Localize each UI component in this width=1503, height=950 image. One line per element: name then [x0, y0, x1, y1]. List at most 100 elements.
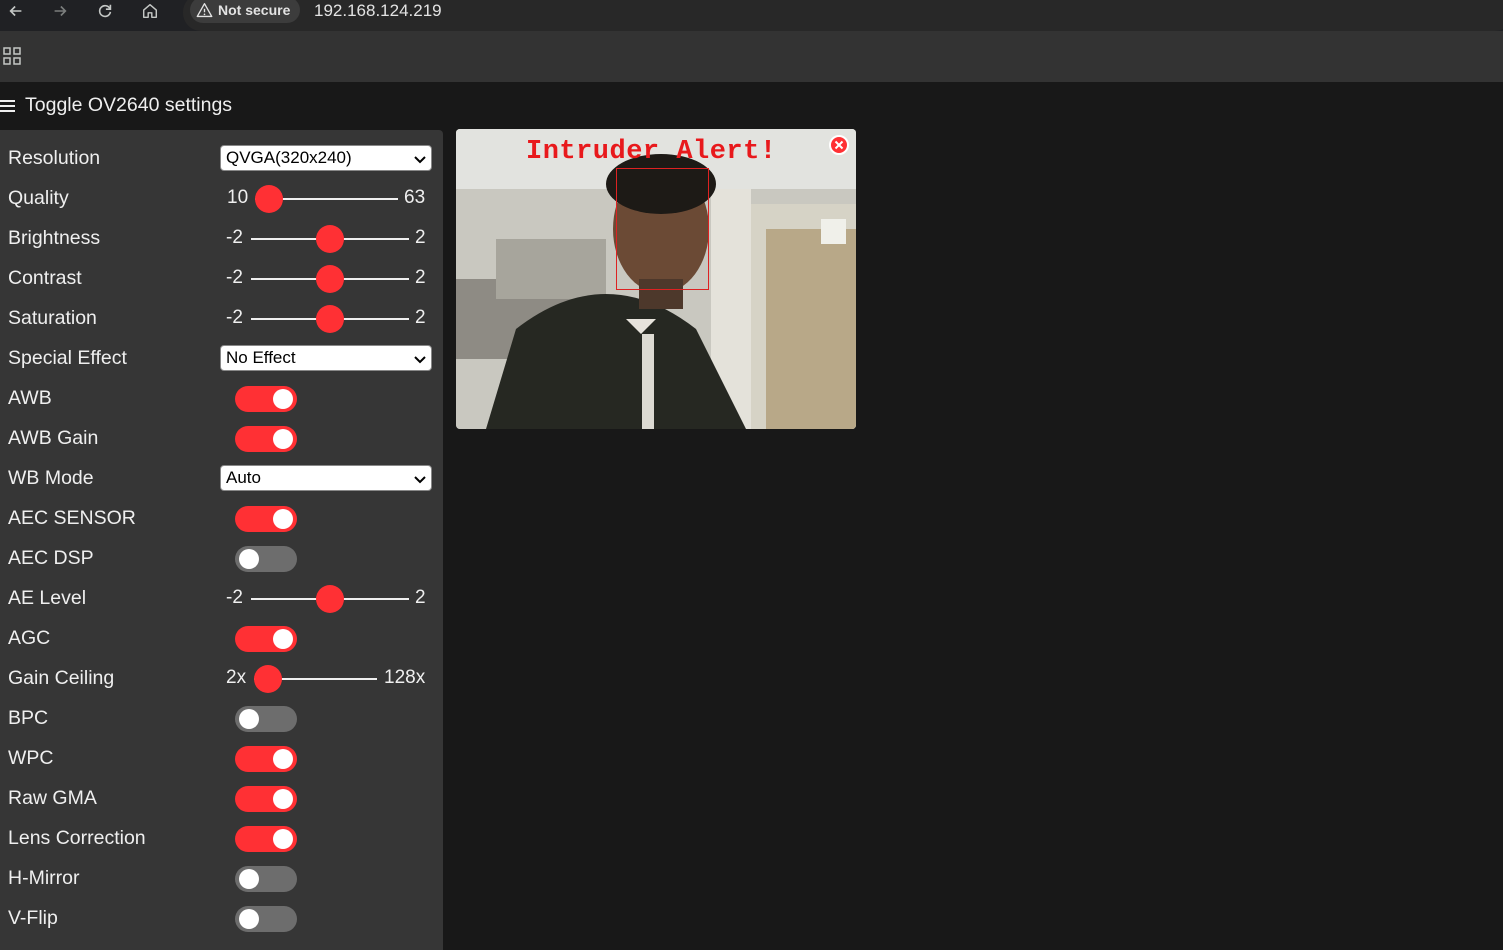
browser-toolbar: Not secure 192.168.124.219: [0, 0, 1503, 31]
saturation-min: -2: [226, 307, 243, 328]
back-button[interactable]: [1, 0, 31, 22]
resolution-value: QVGA(320x240): [226, 148, 352, 167]
aec-dsp-label: AEC DSP: [8, 547, 94, 569]
gain-ceiling-label: Gain Ceiling: [8, 667, 115, 689]
toggle-knob: [239, 909, 259, 929]
close-stream-button[interactable]: [829, 135, 849, 155]
v-flip-label: V-Flip: [8, 907, 58, 929]
special-effect-value: No Effect: [226, 348, 296, 367]
awb-toggle[interactable]: [235, 386, 297, 412]
saturation-slider-thumb[interactable]: [316, 305, 344, 333]
brightness-max: 2: [415, 227, 426, 248]
toggle-knob: [273, 829, 293, 849]
setting-quality: Quality 10 63: [0, 179, 443, 219]
ae-level-max: 2: [415, 587, 426, 608]
url-text[interactable]: 192.168.124.219: [314, 1, 442, 21]
setting-awb-gain: AWB Gain: [0, 419, 443, 459]
lens-correction-label: Lens Correction: [8, 827, 146, 849]
apps-grid-icon[interactable]: [3, 47, 21, 65]
brightness-slider-thumb[interactable]: [316, 225, 344, 253]
h-mirror-toggle[interactable]: [235, 866, 297, 892]
contrast-max: 2: [415, 267, 426, 288]
resolution-select[interactable]: QVGA(320x240): [220, 145, 432, 171]
setting-saturation: Saturation -2 2: [0, 299, 443, 339]
contrast-min: -2: [226, 267, 243, 288]
bpc-label: BPC: [8, 707, 49, 729]
toggle-knob: [239, 869, 259, 889]
setting-wb-mode: WB Mode Auto: [0, 459, 443, 499]
bookmarks-bar: [0, 31, 1503, 82]
awb-gain-toggle[interactable]: [235, 426, 297, 452]
security-indicator[interactable]: Not secure: [190, 0, 301, 23]
agc-label: AGC: [8, 627, 51, 649]
toggle-knob: [273, 429, 293, 449]
aec-sensor-toggle[interactable]: [235, 506, 297, 532]
contrast-slider-thumb[interactable]: [316, 265, 344, 293]
setting-wpc: WPC: [0, 739, 443, 779]
aec-dsp-toggle[interactable]: [235, 546, 297, 572]
setting-contrast: Contrast -2 2: [0, 259, 443, 299]
wb-mode-select[interactable]: Auto: [220, 465, 432, 491]
face-detection-box: [616, 168, 709, 290]
resolution-label: Resolution: [8, 147, 101, 169]
toggle-knob: [273, 389, 293, 409]
lens-correction-toggle[interactable]: [235, 826, 297, 852]
menu-toggle-label: Toggle OV2640 settings: [25, 94, 233, 116]
ae-level-min: -2: [226, 587, 243, 608]
raw-gma-toggle[interactable]: [235, 786, 297, 812]
setting-aec-dsp: AEC DSP: [0, 539, 443, 579]
reload-button[interactable]: [90, 0, 120, 22]
settings-panel: Resolution QVGA(320x240) Quality 10 63 B…: [0, 130, 443, 950]
setting-v-flip: V-Flip: [0, 899, 443, 939]
raw-gma-label: Raw GMA: [8, 787, 97, 809]
gain-ceiling-max: 128x: [384, 667, 426, 688]
h-mirror-label: H-Mirror: [8, 867, 80, 889]
hamburger-icon: [0, 99, 15, 112]
bpc-toggle[interactable]: [235, 706, 297, 732]
reload-icon: [98, 4, 112, 18]
brightness-min: -2: [226, 227, 243, 248]
special-effect-label: Special Effect: [8, 347, 127, 369]
settings-menu-toggle[interactable]: Toggle OV2640 settings: [0, 94, 232, 117]
arrow-left-icon: [9, 5, 22, 17]
chevron-down-icon: [414, 156, 426, 164]
quality-slider-thumb[interactable]: [255, 185, 283, 213]
wpc-toggle[interactable]: [235, 746, 297, 772]
chevron-down-icon: [414, 356, 426, 364]
security-label: Not secure: [218, 2, 291, 18]
intruder-alert-text: Intruder Alert!: [526, 137, 777, 167]
toggle-knob: [239, 709, 259, 729]
awb-label: AWB: [8, 387, 52, 409]
setting-brightness: Brightness -2 2: [0, 219, 443, 259]
close-icon: [834, 140, 844, 150]
brightness-label: Brightness: [8, 227, 101, 249]
saturation-label: Saturation: [8, 307, 97, 329]
setting-awb: AWB: [0, 379, 443, 419]
awb-gain-label: AWB Gain: [8, 427, 99, 449]
arrow-right-icon: [54, 5, 67, 17]
ae-level-slider-thumb[interactable]: [316, 585, 344, 613]
agc-toggle[interactable]: [235, 626, 297, 652]
setting-lens-correction: Lens Correction: [0, 819, 443, 859]
ae-level-label: AE Level: [8, 587, 87, 609]
setting-special-effect: Special Effect No Effect: [0, 339, 443, 379]
wb-mode-value: Auto: [226, 468, 261, 487]
camera-stream: Intruder Alert!: [456, 129, 856, 429]
setting-resolution: Resolution QVGA(320x240): [0, 139, 443, 179]
quality-min: 10: [227, 187, 249, 208]
wpc-label: WPC: [8, 747, 54, 769]
setting-gain-ceiling: Gain Ceiling 2x 128x: [0, 659, 443, 699]
setting-h-mirror: H-Mirror: [0, 859, 443, 899]
setting-raw-gma: Raw GMA: [0, 779, 443, 819]
toggle-knob: [239, 549, 259, 569]
setting-bpc: BPC: [0, 699, 443, 739]
v-flip-toggle[interactable]: [235, 906, 297, 932]
special-effect-select[interactable]: No Effect: [220, 345, 432, 371]
gain-ceiling-slider-thumb[interactable]: [254, 665, 282, 693]
forward-button[interactable]: [45, 0, 75, 22]
home-button[interactable]: [135, 0, 165, 22]
setting-aec-sensor: AEC SENSOR: [0, 499, 443, 539]
toggle-knob: [273, 629, 293, 649]
chevron-down-icon: [414, 476, 426, 484]
contrast-label: Contrast: [8, 267, 82, 289]
